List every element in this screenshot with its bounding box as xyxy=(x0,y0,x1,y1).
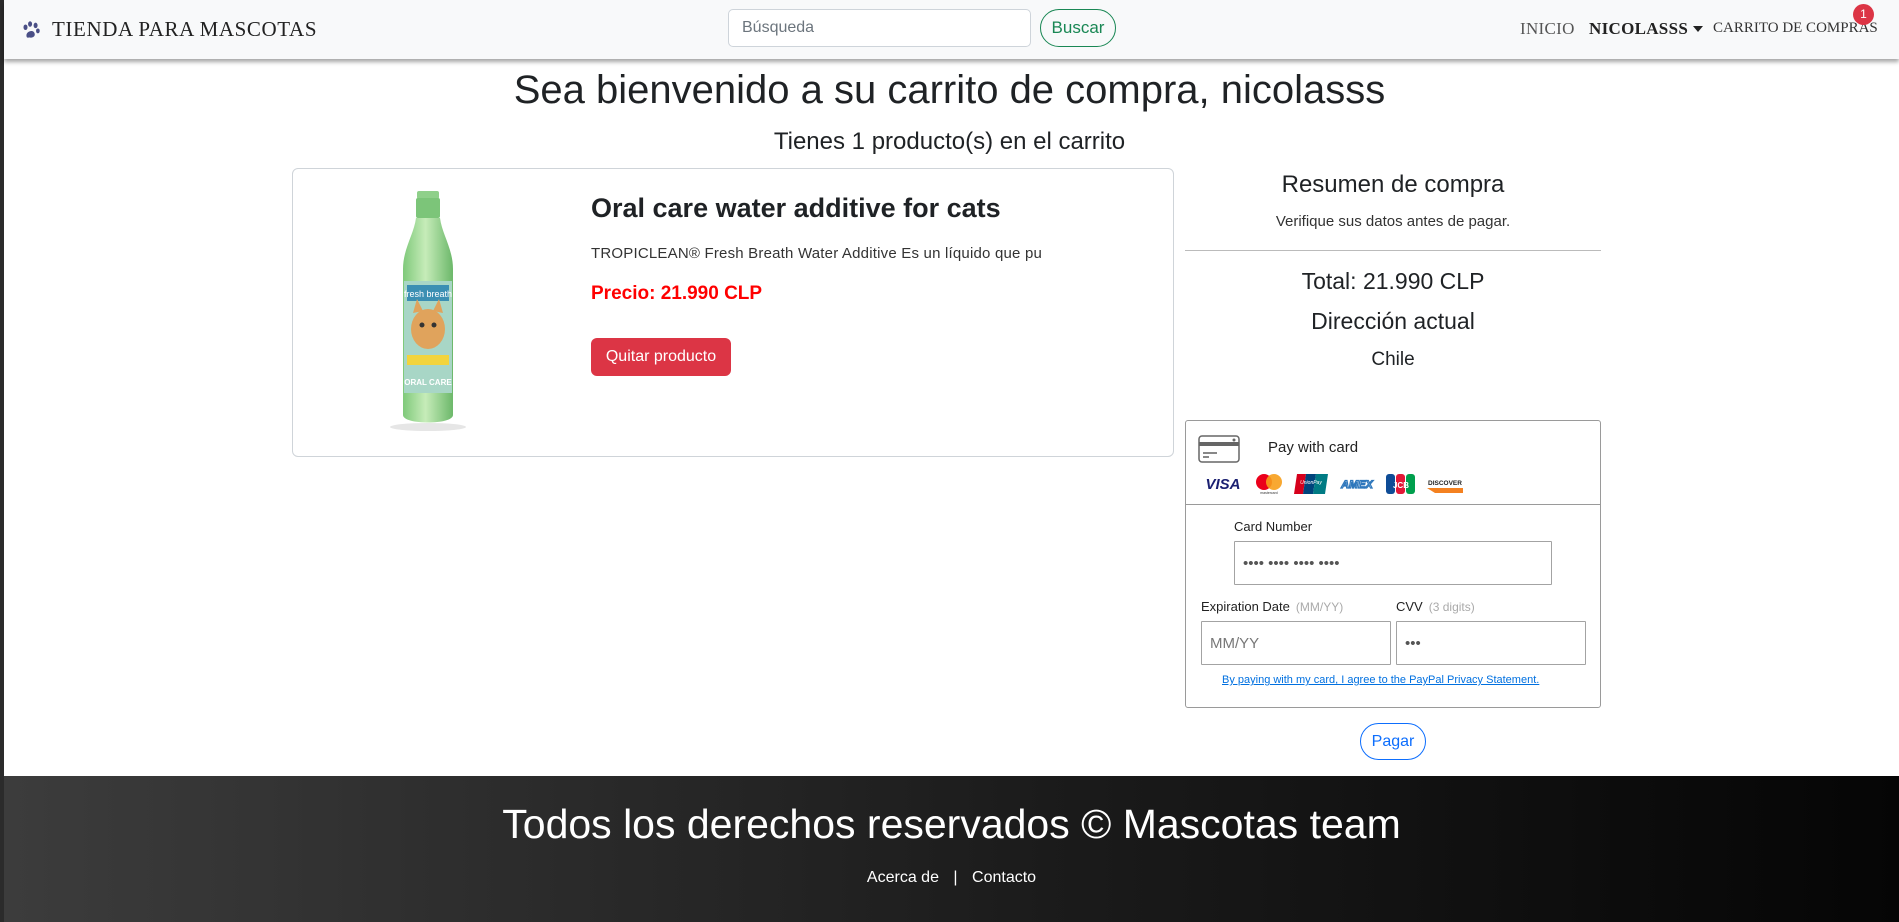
contact-link[interactable]: Contacto xyxy=(972,869,1036,887)
cvv-hint: (3 digits) xyxy=(1428,600,1475,614)
about-link[interactable]: Acerca de xyxy=(867,869,939,887)
svg-text:VISA: VISA xyxy=(1205,476,1240,493)
caret-down-icon xyxy=(1693,26,1704,32)
user-dropdown[interactable]: NICOLASSS xyxy=(1589,19,1704,39)
bottle-label-bottom: ORAL CARE xyxy=(404,378,452,387)
mastercard-logo-icon: mastercard xyxy=(1256,474,1282,495)
card-payment-form: Pay with card VISA mastercard UnionPay A… xyxy=(1185,420,1601,708)
cvv-label: CVV (3 digits) xyxy=(1396,599,1475,614)
expiration-label-text: Expiration Date xyxy=(1201,599,1290,614)
cvv-placeholder: ••• xyxy=(1405,634,1421,652)
cart-count-text: Tienes 1 producto(s) en el carrito xyxy=(773,128,1126,155)
card-logos: VISA mastercard UnionPay AMEX JCB DISCOV… xyxy=(1202,473,1465,495)
svg-text:mastercard: mastercard xyxy=(1260,491,1278,495)
cvv-input[interactable]: ••• xyxy=(1396,621,1586,665)
visa-logo-icon: VISA xyxy=(1205,476,1240,493)
card-number-input[interactable]: •••• •••• •••• •••• xyxy=(1234,541,1552,585)
summary-subtitle: Verifique sus datos antes de pagar. xyxy=(1275,213,1511,230)
svg-text:UnionPay: UnionPay xyxy=(1300,480,1322,486)
address-title: Dirección actual xyxy=(1311,308,1475,334)
user-name: NICOLASSS xyxy=(1589,19,1689,38)
footer-title: Todos los derechos reservados © Mascotas… xyxy=(502,801,1401,847)
svg-text:AMEX: AMEX xyxy=(1340,479,1373,491)
page-title: Sea bienvenido a su carrito de compra, n… xyxy=(513,68,1386,112)
nav-inicio-link[interactable]: INICIO xyxy=(1520,19,1575,39)
amex-logo-icon: AMEX xyxy=(1340,478,1375,491)
expiration-hint: (MM/YY) xyxy=(1295,600,1344,614)
expiration-label: Expiration Date (MM/YY) xyxy=(1201,599,1343,614)
product-description: TROPICLEAN® Fresh Breath Water Additive … xyxy=(591,245,1043,262)
footer-separator: | xyxy=(953,869,958,886)
footer: Todos los derechos reservados © Mascotas… xyxy=(4,776,1899,922)
pay-with-card-label: Pay with card xyxy=(1268,439,1359,456)
address-value: Chile xyxy=(1371,349,1415,370)
product-price: Precio: 21.990 CLP xyxy=(591,283,763,304)
cvv-label-text: CVV xyxy=(1396,599,1423,614)
pay-button[interactable]: Pagar xyxy=(1360,723,1426,760)
nav-links: INICIO NICOLASSS CARRITO DE COMPRAS xyxy=(4,19,1899,41)
credit-card-icon xyxy=(1198,435,1240,463)
svg-text:JCB: JCB xyxy=(1393,481,1409,490)
jcb-logo-icon: JCB xyxy=(1386,474,1415,494)
product-title: Oral care water additive for cats xyxy=(591,193,1001,223)
bottle-label-top: fresh breath xyxy=(404,289,452,299)
card-number-placeholder: •••• •••• •••• •••• xyxy=(1243,554,1340,572)
expiration-placeholder: MM/YY xyxy=(1210,634,1260,652)
card-number-label: Card Number xyxy=(1234,519,1313,534)
nav-cart-link[interactable]: CARRITO DE COMPRAS xyxy=(1713,20,1878,37)
total-amount: Total: 21.990 CLP xyxy=(1301,268,1485,294)
cart-count-badge: 1 xyxy=(1853,4,1874,25)
product-card: fresh breath ORAL CARE Oral care water a… xyxy=(292,168,1174,457)
expiration-input[interactable]: MM/YY xyxy=(1201,621,1391,665)
remove-product-button[interactable]: Quitar producto xyxy=(591,338,731,376)
unionpay-logo-icon: UnionPay xyxy=(1294,474,1328,494)
privacy-statement-link[interactable]: By paying with my card, I agree to the P… xyxy=(1222,674,1539,686)
summary-title: Resumen de compra xyxy=(1281,171,1505,198)
product-image: fresh breath ORAL CARE xyxy=(390,191,466,431)
pay-with-card-header[interactable]: Pay with card VISA mastercard UnionPay A… xyxy=(1186,421,1600,505)
summary-divider xyxy=(1185,250,1601,251)
navbar: TIENDA PARA MASCOTAS Buscar INICIO NICOL… xyxy=(4,0,1899,59)
svg-text:DISCOVER: DISCOVER xyxy=(1428,480,1462,487)
footer-links: Acerca de | Contacto xyxy=(4,869,1899,887)
discover-logo-icon: DISCOVER xyxy=(1427,480,1463,493)
